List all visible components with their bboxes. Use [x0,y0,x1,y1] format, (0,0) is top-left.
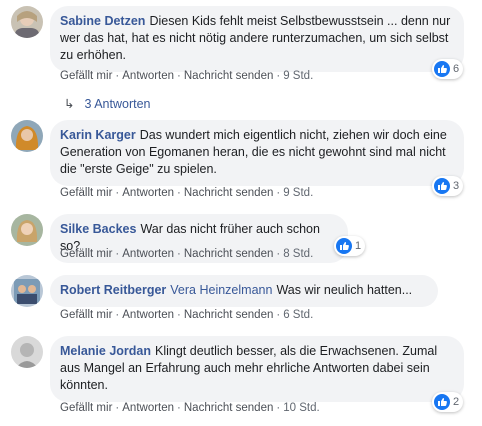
comment-author[interactable]: Robert Reitberger [60,283,166,297]
comment-bubble: Robert Reitberger Vera Heinzelmann Was wir… [50,275,438,307]
reaction-number: 1 [355,240,362,252]
like-button[interactable]: Gefällt mir [60,309,112,321]
view-replies-link[interactable]: ↳ 3 Antworten [64,96,151,111]
like-icon [434,394,450,410]
reaction-count[interactable]: 1 [334,236,366,256]
comment-author[interactable]: Silke Backes [60,222,136,236]
reaction-number: 6 [453,63,460,75]
timestamp[interactable]: 8 Std. [283,248,313,260]
comment-actions: Gefällt mir · Antworten · Nachricht senden · 9… [60,187,314,199]
reply-button[interactable]: Antworten [122,309,174,321]
like-button[interactable]: Gefällt mir [60,402,112,414]
like-icon [434,178,450,194]
comment-bubble: Karin Karger Das wundert mich eigentlich … [50,120,464,186]
send-message-button[interactable]: Nachricht senden [184,248,274,260]
avatar[interactable] [11,120,43,152]
reply-button[interactable]: Antworten [122,248,174,260]
reply-button[interactable]: Antworten [122,187,174,199]
comment-bubble: Melanie Jordan Klingt deutlich besser, al… [50,336,464,402]
send-message-button[interactable]: Nachricht senden [184,70,274,82]
avatar[interactable] [11,214,43,246]
send-message-button[interactable]: Nachricht senden [184,402,274,414]
comment-author[interactable]: Melanie Jordan [60,344,151,358]
comment-author[interactable]: Karin Karger [60,128,136,142]
timestamp[interactable]: 10 Std. [283,402,319,414]
reaction-number: 2 [453,396,460,408]
comment-author[interactable]: Sabine Detzen [60,14,145,28]
reply-button[interactable]: Antworten [122,402,174,414]
reply-arrow-icon: ↳ [64,97,75,111]
like-button[interactable]: Gefällt mir [60,248,112,260]
like-button[interactable]: Gefällt mir [60,70,112,82]
avatar[interactable] [11,336,43,368]
reaction-count[interactable]: 2 [432,392,464,412]
like-icon [434,61,450,77]
avatar[interactable] [11,275,43,307]
send-message-button[interactable]: Nachricht senden [184,309,274,321]
avatar[interactable] [11,6,43,38]
reaction-number: 3 [453,180,460,192]
like-icon [336,238,352,254]
comment-bubble: Sabine Detzen Diesen Kids fehlt meist Sel… [50,6,464,72]
reaction-count[interactable]: 3 [432,176,464,196]
tagged-user[interactable]: Vera Heinzelmann [170,283,272,297]
comment-text: Was wir neulich hatten... [276,283,413,297]
reaction-count[interactable]: 6 [432,59,464,79]
comment-actions: Gefällt mir · Antworten · Nachricht senden · 1… [60,402,320,414]
replies-count: 3 Antworten [84,97,151,111]
comment-actions: Gefällt mir · Antworten · Nachricht senden · 6… [60,309,314,321]
send-message-button[interactable]: Nachricht senden [184,187,274,199]
like-button[interactable]: Gefällt mir [60,187,112,199]
timestamp[interactable]: 6 Std. [283,309,313,321]
reply-button[interactable]: Antworten [122,70,174,82]
comment-actions: Gefällt mir · Antworten · Nachricht senden · 9… [60,70,314,82]
comment-actions: Gefällt mir · Antworten · Nachricht senden · 8… [60,248,314,260]
timestamp[interactable]: 9 Std. [283,70,313,82]
timestamp[interactable]: 9 Std. [283,187,313,199]
